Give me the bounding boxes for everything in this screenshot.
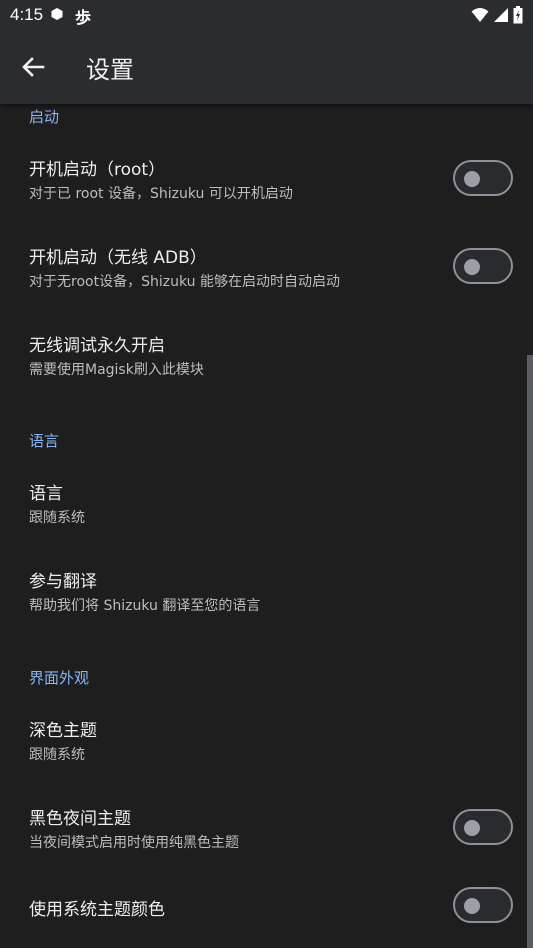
chinese-char-notification-icon: 歩 xyxy=(75,10,92,27)
pref-title: 语言 xyxy=(29,484,63,504)
pref-language[interactable]: 语言 跟随系统 xyxy=(0,464,533,552)
switch-thumb xyxy=(464,820,480,836)
signal-icon xyxy=(494,8,508,22)
page-title: 设置 xyxy=(86,56,134,84)
pref-summary: 对于已 root 设备，Shizuku 可以开机启动 xyxy=(29,186,293,202)
switch-thumb xyxy=(464,171,480,187)
settings-dot-icon xyxy=(51,8,63,20)
switch-system-theme-color[interactable] xyxy=(453,887,513,923)
section-header-startup: 启动 xyxy=(29,108,60,126)
wifi-icon xyxy=(471,8,489,22)
pref-title: 使用系统主题颜色 xyxy=(29,900,165,920)
switch-thumb xyxy=(464,259,480,275)
back-button[interactable] xyxy=(18,52,48,82)
pref-black-night-theme[interactable]: 黑色夜间主题 当夜间模式启用时使用纯黑色主题 xyxy=(0,789,533,877)
switch-black-night-theme[interactable] xyxy=(453,809,513,845)
pref-summary: 跟随系统 xyxy=(29,510,85,526)
section-header-appearance: 界面外观 xyxy=(29,669,90,687)
app-bar: 设置 xyxy=(0,30,533,104)
settings-list[interactable]: 启动 开机启动（root） 对于已 root 设备，Shizuku 可以开机启动… xyxy=(0,104,533,948)
section-header-language: 语言 xyxy=(29,432,60,450)
pref-summary: 帮助我们将 Shizuku 翻译至您的语言 xyxy=(29,598,261,614)
pref-boot-wireless-adb[interactable]: 开机启动（无线 ADB） 对于无root设备，Shizuku 能够在启动时自动启… xyxy=(0,228,533,316)
pref-title: 参与翻译 xyxy=(29,572,97,592)
status-bar: 4:15 歩 xyxy=(0,0,533,30)
pref-dark-theme[interactable]: 深色主题 跟随系统 xyxy=(0,701,533,789)
pref-boot-root[interactable]: 开机启动（root） 对于已 root 设备，Shizuku 可以开机启动 xyxy=(0,140,533,228)
switch-boot-root[interactable] xyxy=(453,160,513,196)
pref-summary: 对于无root设备，Shizuku 能够在启动时自动启动 xyxy=(29,274,340,290)
pref-summary: 需要使用Magisk刷入此模块 xyxy=(29,362,204,378)
status-time: 4:15 xyxy=(10,5,44,24)
pref-title: 深色主题 xyxy=(29,721,97,741)
pref-system-theme-color[interactable]: 使用系统主题颜色 xyxy=(0,877,533,948)
switch-boot-wireless-adb[interactable] xyxy=(453,248,513,284)
arrow-left-icon xyxy=(22,57,45,77)
switch-thumb xyxy=(464,898,480,914)
pref-title: 开机启动（root） xyxy=(29,160,166,180)
pref-title: 黑色夜间主题 xyxy=(29,809,131,829)
status-right-icons xyxy=(471,6,523,24)
pref-title: 开机启动（无线 ADB） xyxy=(29,248,207,268)
scrollbar[interactable] xyxy=(527,355,533,948)
pref-wireless-debug-always-on[interactable]: 无线调试永久开启 需要使用Magisk刷入此模块 xyxy=(0,316,533,404)
pref-summary: 当夜间模式启用时使用纯黑色主题 xyxy=(29,835,239,851)
battery-icon xyxy=(513,6,523,24)
pref-title: 无线调试永久开启 xyxy=(29,336,165,356)
pref-translate[interactable]: 参与翻译 帮助我们将 Shizuku 翻译至您的语言 xyxy=(0,552,533,640)
pref-summary: 跟随系统 xyxy=(29,747,85,763)
